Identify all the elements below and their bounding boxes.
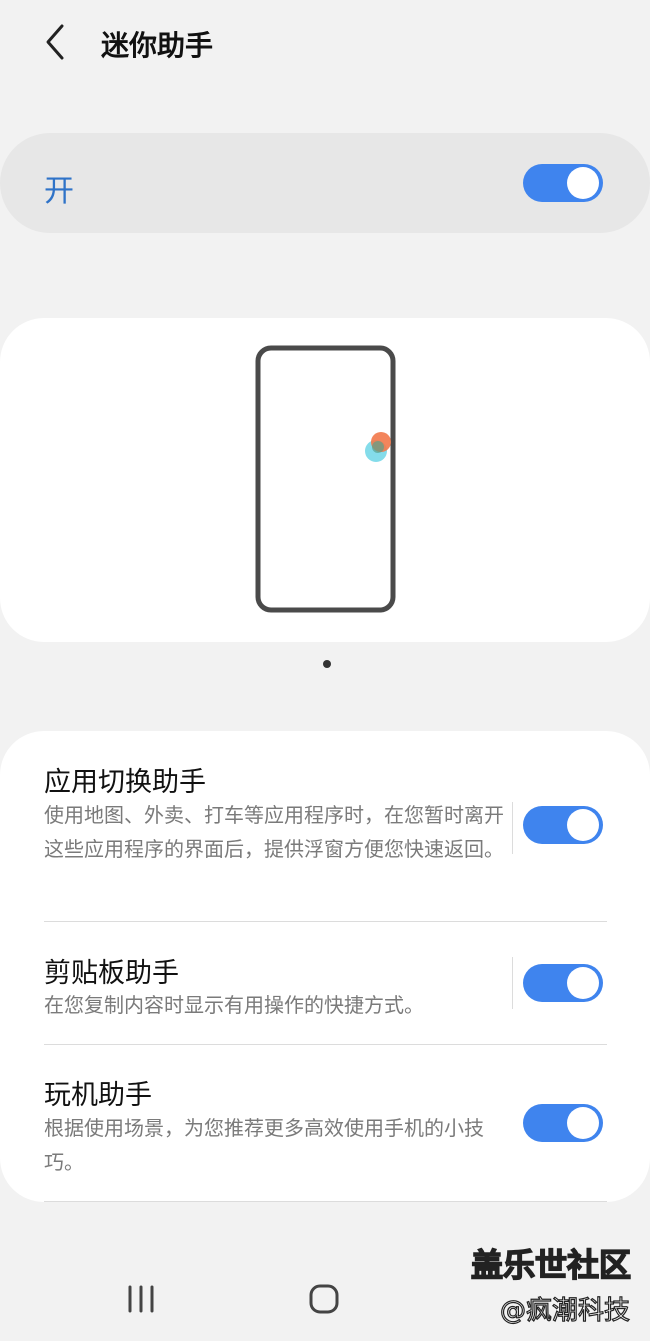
tips-assistant-title: 玩机助手 bbox=[44, 1080, 152, 1111]
recents-icon bbox=[128, 1285, 154, 1313]
tips-assistant-desc: 根据使用场景，为您推荐更多高效使用手机的小技巧。 bbox=[44, 1116, 484, 1174]
master-toggle[interactable] bbox=[523, 164, 603, 202]
illustration-card bbox=[0, 318, 650, 642]
bubble-overlap bbox=[372, 441, 384, 453]
page-indicator-dot bbox=[323, 660, 331, 668]
toggle-knob bbox=[567, 167, 599, 199]
clipboard-assistant-toggle[interactable] bbox=[523, 964, 603, 1002]
home-icon bbox=[309, 1284, 339, 1314]
phone-illustration bbox=[255, 345, 396, 613]
watermark-handle: @疯潮科技 bbox=[499, 1295, 631, 1326]
toggle-knob bbox=[567, 967, 599, 999]
page-title: 迷你助手 bbox=[101, 29, 214, 62]
clipboard-assistant-title: 剪贴板助手 bbox=[44, 958, 179, 989]
divider bbox=[44, 1044, 607, 1045]
chevron-left-icon bbox=[46, 24, 64, 60]
tips-assistant-toggle[interactable] bbox=[523, 1104, 603, 1142]
app-switch-assistant-toggle[interactable] bbox=[523, 806, 603, 844]
watermark-title: 盖乐世社区 bbox=[470, 1245, 632, 1285]
master-switch-label: 开 bbox=[44, 174, 74, 209]
screen: 迷你助手 开 应用切换助手 使用地图、外卖、打车等应用程序时，在您暂时离开这些应… bbox=[0, 0, 650, 1341]
app-switch-assistant-desc: 使用地图、外卖、打车等应用程序时，在您暂时离开这些应用程序的界面后，提供浮窗方便… bbox=[44, 803, 504, 861]
back-button[interactable] bbox=[38, 22, 78, 62]
home-button[interactable] bbox=[308, 1283, 340, 1319]
toggle-knob bbox=[567, 809, 599, 841]
row-separator bbox=[512, 957, 513, 1009]
phone-outline bbox=[255, 345, 396, 613]
divider bbox=[44, 1201, 607, 1202]
app-switch-assistant-title: 应用切换助手 bbox=[44, 767, 206, 798]
recents-button[interactable] bbox=[125, 1285, 157, 1317]
toggle-knob bbox=[567, 1107, 599, 1139]
header: 迷你助手 bbox=[0, 0, 650, 90]
clipboard-assistant-desc: 在您复制内容时显示有用操作的快捷方式。 bbox=[44, 993, 424, 1017]
divider bbox=[44, 921, 607, 922]
row-separator bbox=[512, 802, 513, 854]
